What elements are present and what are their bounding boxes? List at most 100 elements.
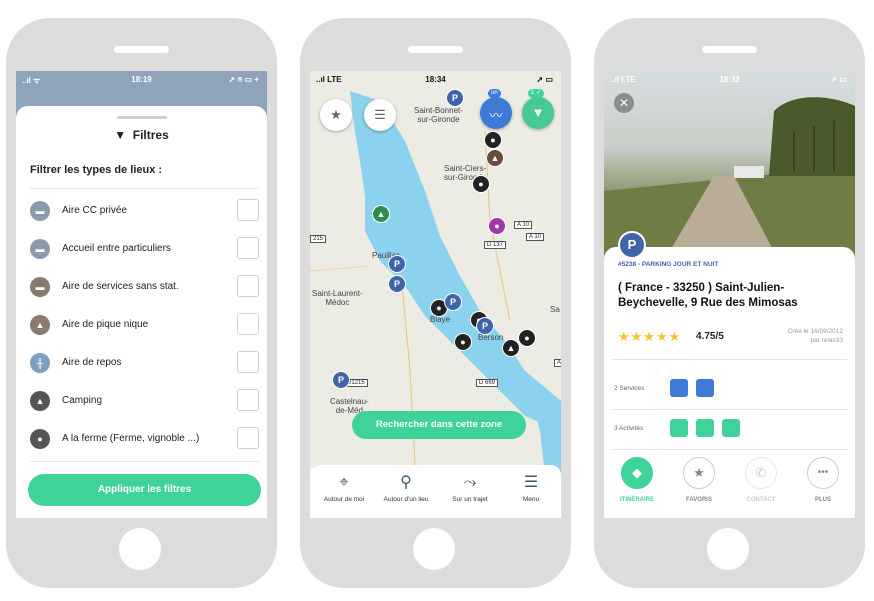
status-time: 18:34 — [425, 75, 446, 84]
navigate-icon: ◆ — [621, 457, 653, 489]
tractor-pin[interactable]: ● — [518, 329, 536, 347]
bottom-nav: ⌖ Autour de moi ⚲ Autour d'un lieu ⤳ Sur… — [310, 465, 561, 518]
filter-checkbox[interactable] — [237, 427, 259, 449]
filter-sheet: ▼ Filtres Filtrer les types de lieux : ▬… — [16, 106, 267, 518]
favorites-button[interactable]: ★ FAVORIS — [674, 457, 724, 503]
service-icon: ▬ — [30, 277, 50, 297]
divider — [612, 359, 847, 360]
filter-checkbox[interactable] — [237, 351, 259, 373]
close-icon: ✕ — [618, 96, 630, 110]
divider — [30, 461, 259, 462]
battery-indicator: ➚ ▭ — [830, 75, 847, 84]
action-label: ITINÉRAIRE — [619, 497, 654, 503]
divider — [30, 188, 259, 189]
filter-row[interactable]: ▬ Accueil entre particuliers — [30, 237, 259, 261]
rating-value: 4.75/5 — [696, 331, 724, 342]
filter-count-badge: 1 ✓ — [528, 89, 545, 98]
road-label: D 137 — [484, 241, 507, 249]
home-button[interactable] — [707, 528, 749, 570]
water-icon[interactable] — [670, 379, 688, 397]
filter-label: Aire CC privée — [62, 205, 128, 216]
photo-scene — [604, 97, 855, 261]
tent-pin[interactable]: ▲ — [502, 339, 520, 357]
home-button[interactable] — [413, 528, 455, 570]
phone-map: ..ıl LTE 18:34 ➚ ▭ Saint-Bonnet- sur-Gir… — [300, 18, 571, 588]
place-photo[interactable] — [604, 71, 855, 261]
road-label: A 10 — [526, 233, 545, 241]
road-icon: ╫ — [30, 353, 50, 373]
tractor-pin[interactable]: ● — [484, 131, 502, 149]
walking-icon[interactable] — [670, 419, 688, 437]
picnic-icon: ▲ — [30, 315, 50, 335]
star-icon: ★ — [683, 457, 715, 489]
filter-button[interactable]: ▼ — [522, 97, 554, 129]
screen-detail: ..ıl LTE 18:32 ➚ ▭ ✕ P #5238 - PARKING J… — [604, 71, 855, 518]
filter-title: ▼ Filtres — [16, 128, 267, 142]
filter-row[interactable]: ▬ Aire CC privée — [30, 199, 259, 223]
filter-label: Aire de repos — [62, 357, 122, 368]
nav-menu[interactable]: ☰ Menu — [501, 473, 561, 503]
contact-button[interactable]: ✆ CONTACT — [736, 457, 786, 503]
parking-pin[interactable]: P — [446, 89, 464, 107]
camper-icon: ▬ — [30, 201, 50, 221]
action-label: CONTACT — [746, 497, 776, 503]
services-label: 2 Services — [614, 385, 645, 392]
filter-checkbox[interactable] — [237, 237, 259, 259]
trend-toggle-button[interactable]: 〰 — [480, 97, 512, 129]
screen-map[interactable]: ..ıl LTE 18:34 ➚ ▭ Saint-Bonnet- sur-Gir… — [310, 71, 561, 518]
battery-indicator: ➚ ▭ — [536, 75, 553, 84]
action-label: FAVORIS — [686, 497, 712, 503]
more-button[interactable]: ••• PLUS — [798, 457, 848, 503]
place-category: #5238 - PARKING JOUR ET NUIT — [618, 261, 719, 268]
filter-row[interactable]: ╫ Aire de repos — [30, 351, 259, 375]
filter-checkbox[interactable] — [237, 275, 259, 297]
filter-row[interactable]: ● A la ferme (Ferme, vignoble ...) — [30, 427, 259, 451]
nav-label: Autour d'un lieu — [383, 496, 429, 503]
road-label: D 669 — [476, 379, 499, 387]
speaker — [408, 46, 463, 53]
nav-label: Menu — [522, 496, 540, 503]
parking-pin[interactable]: P — [444, 293, 462, 311]
favorites-button[interactable]: ★ — [320, 99, 352, 131]
nav-label: Sur un trajet — [452, 496, 488, 503]
road-label: 215 — [310, 235, 327, 243]
list-icon: ☰ — [374, 107, 386, 122]
tractor-pin[interactable]: ● — [454, 333, 472, 351]
divider — [612, 449, 847, 450]
itinerary-button[interactable]: ◆ ITINÉRAIRE — [612, 457, 662, 503]
electricity-icon[interactable] — [696, 379, 714, 397]
filter-row[interactable]: ▬ Aire de services sans stat. — [30, 275, 259, 299]
filter-row[interactable]: ▲ Camping — [30, 389, 259, 413]
place-label: Saint-Bonnet- sur-Gironde — [414, 106, 463, 124]
screen-filters: ..ıl ᯤ 18:19 ➚ ⌾ ▭ + ▼ Filtres Filtrer l… — [16, 71, 267, 518]
filter-checkbox[interactable] — [237, 313, 259, 335]
filter-checkbox[interactable] — [237, 199, 259, 221]
sheet-handle[interactable] — [117, 116, 167, 119]
apply-filters-button[interactable]: Appliquer les filtres — [28, 474, 261, 506]
home-button[interactable] — [119, 528, 161, 570]
service-pin[interactable]: ▲ — [486, 149, 504, 167]
nav-route[interactable]: ⤳ Sur un trajet — [440, 473, 500, 503]
filter-title-text: Filtres — [132, 128, 169, 142]
parking-pin[interactable]: P — [388, 255, 406, 273]
nav-around-place[interactable]: ⚲ Autour d'un lieu — [376, 473, 436, 503]
host-pin[interactable]: ● — [488, 217, 506, 235]
list-view-button[interactable]: ☰ — [364, 99, 396, 131]
picnic-pin[interactable]: ▲ — [372, 205, 390, 223]
close-button[interactable]: ✕ — [614, 93, 634, 113]
tractor-pin[interactable]: ● — [472, 175, 490, 193]
nav-around-me[interactable]: ⌖ Autour de moi — [314, 473, 374, 503]
wine-icon[interactable] — [722, 419, 740, 437]
fishing-icon[interactable] — [696, 419, 714, 437]
filter-checkbox[interactable] — [237, 389, 259, 411]
place-label: Sa — [550, 305, 560, 314]
more-icon: ••• — [807, 457, 839, 489]
search-area-button[interactable]: Rechercher dans cette zone — [352, 411, 526, 439]
place-label: Saint-Laurent- Médoc — [312, 289, 363, 307]
filter-row[interactable]: ▲ Aire de pique nique — [30, 313, 259, 337]
parking-pin[interactable]: P — [476, 317, 494, 335]
parking-pin[interactable]: P — [388, 275, 406, 293]
filter-subtitle: Filtrer les types de lieux : — [30, 164, 163, 176]
parking-pin[interactable]: P — [332, 371, 350, 389]
road-label: A 10 — [514, 221, 533, 229]
